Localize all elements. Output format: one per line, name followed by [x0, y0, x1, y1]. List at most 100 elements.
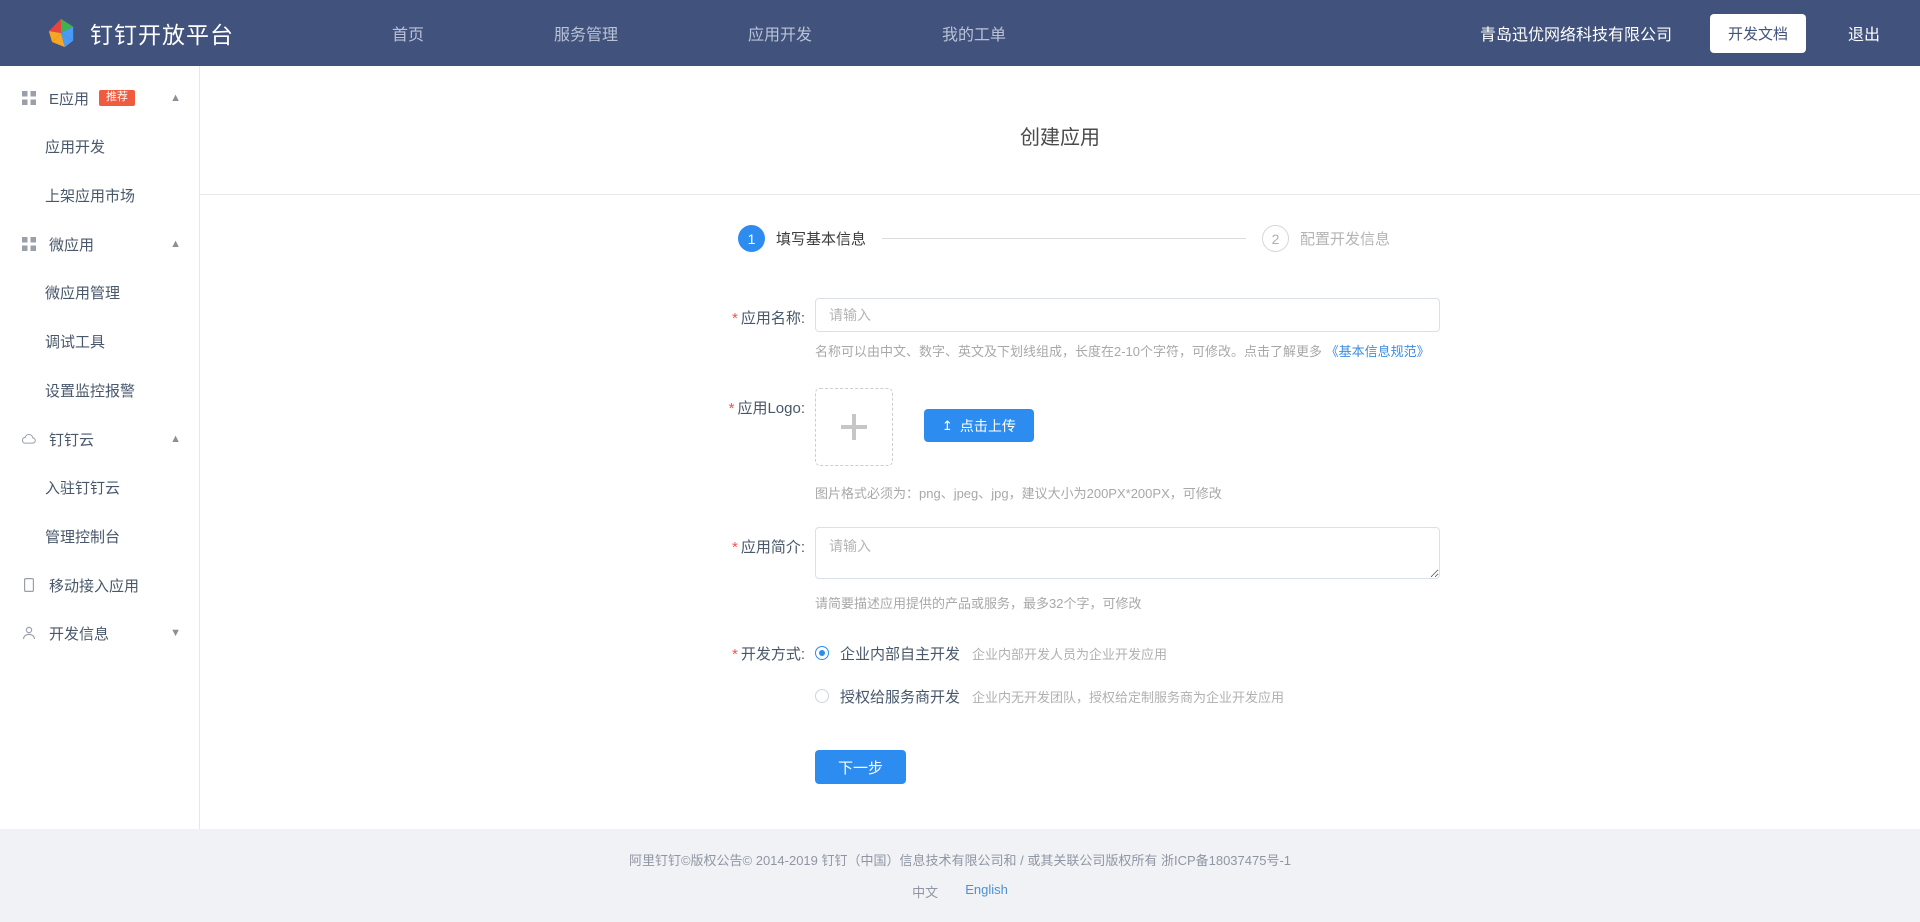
dev-docs-button[interactable]: 开发文档 — [1710, 14, 1806, 53]
step-indicator: 1 填写基本信息 2 配置开发信息 — [730, 225, 1390, 252]
submit-row: 下一步 — [700, 750, 1440, 784]
sidebar-item-micro-app-manage[interactable]: 微应用管理 — [0, 268, 199, 317]
app-logo-field-wrap: ↥ 点击上传 图片格式必须为：png、jpeg、jpg，建议大小为200PX*2… — [805, 388, 1440, 502]
logo-upload-row: ↥ 点击上传 — [815, 388, 1440, 466]
sidebar-item-console[interactable]: 管理控制台 — [0, 512, 199, 561]
app-desc-label: *应用简介: — [700, 527, 805, 612]
cloud-icon — [21, 432, 36, 447]
step-1-number: 1 — [738, 225, 765, 252]
next-step-button[interactable]: 下一步 — [815, 750, 906, 784]
sidebar-group-label: 移动接入应用 — [49, 575, 139, 596]
sidebar-group-e-app[interactable]: E应用 推荐 ▲ — [0, 74, 199, 122]
sidebar: E应用 推荐 ▲ 应用开发 上架应用市场 微应用 ▲ 微应用管理 调试工具 设置… — [0, 66, 200, 829]
sidebar-item-debug-tools[interactable]: 调试工具 — [0, 317, 199, 366]
radio-internal-label[interactable]: 企业内部自主开发 — [840, 643, 960, 664]
sidebar-group-dingtalk-cloud[interactable]: 钉钉云 ▲ — [0, 415, 199, 463]
main-content: 创建应用 1 填写基本信息 2 配置开发信息 *应用名称: — [200, 66, 1920, 829]
dev-mode-option-internal[interactable]: 企业内部自主开发 企业内部开发人员为企业开发应用 — [815, 642, 1440, 664]
footer-copyright: 阿里钉钉©版权公告© 2014-2019 钉钉（中国）信息技术有限公司和 / 或… — [629, 850, 1291, 869]
step-1[interactable]: 1 填写基本信息 — [738, 225, 866, 252]
recommend-badge: 推荐 — [99, 90, 135, 106]
sidebar-group-label: 钉钉云 — [49, 429, 94, 450]
radio-isv-desc: 企业内无开发团队，授权给定制服务商为企业开发应用 — [972, 687, 1284, 706]
basic-info-spec-link[interactable]: 《基本信息规范》 — [1326, 344, 1430, 359]
required-mark: * — [732, 646, 738, 663]
grid-apps-icon — [21, 237, 36, 252]
step-2-number: 2 — [1262, 225, 1289, 252]
nav-service-management[interactable]: 服务管理 — [544, 21, 628, 45]
expand-down-icon[interactable]: ▼ — [170, 628, 181, 639]
page-title: 创建应用 — [200, 66, 1920, 150]
radio-internal-desc: 企业内部开发人员为企业开发应用 — [972, 644, 1167, 663]
field-app-name: *应用名称: 名称可以由中文、数字、英文及下划线组成，长度在2-10个字符，可修… — [700, 298, 1440, 360]
sidebar-group-label: 开发信息 — [49, 623, 109, 644]
lang-english[interactable]: English — [965, 882, 1008, 901]
app-logo-label: *应用Logo: — [700, 388, 805, 502]
sidebar-group-label: 微应用 — [49, 234, 94, 255]
sidebar-group-micro-app[interactable]: 微应用 ▲ — [0, 220, 199, 268]
body-wrapper: E应用 推荐 ▲ 应用开发 上架应用市场 微应用 ▲ 微应用管理 调试工具 设置… — [0, 66, 1920, 829]
sidebar-group-label: E应用 — [49, 88, 89, 109]
nav-home[interactable]: 首页 — [382, 21, 434, 45]
upload-button-label: 点击上传 — [960, 416, 1016, 436]
user-icon — [21, 626, 36, 641]
upload-icon: ↥ — [942, 419, 953, 432]
company-name: 青岛迅优网络科技有限公司 — [1480, 21, 1672, 45]
brand[interactable]: 钉钉开放平台 — [45, 16, 234, 50]
app-name-label: *应用名称: — [700, 298, 805, 360]
brand-title: 钉钉开放平台 — [90, 16, 234, 50]
nav-my-tickets[interactable]: 我的工单 — [932, 21, 1016, 45]
step-connector-line — [882, 238, 1246, 239]
collapse-up-icon[interactable]: ▲ — [170, 93, 181, 104]
collapse-up-icon[interactable]: ▲ — [170, 434, 181, 445]
upload-logo-button[interactable]: ↥ 点击上传 — [924, 409, 1034, 442]
radio-internal[interactable] — [815, 646, 829, 660]
app-desc-hint: 请简要描述应用提供的产品或服务，最多32个字，可修改 — [815, 593, 1440, 612]
footer-language-switch: 中文 English — [912, 882, 1008, 901]
top-header: 钉钉开放平台 首页 服务管理 应用开发 我的工单 青岛迅优网络科技有限公司 开发… — [0, 0, 1920, 66]
app-name-hint: 名称可以由中文、数字、英文及下划线组成，长度在2-10个字符，可修改。点击了解更… — [815, 341, 1440, 360]
main-nav: 首页 服务管理 应用开发 我的工单 — [382, 21, 1016, 45]
sidebar-group-mobile-access[interactable]: 移动接入应用 — [0, 561, 199, 609]
page-footer: 阿里钉钉©版权公告© 2014-2019 钉钉（中国）信息技术有限公司和 / 或… — [0, 829, 1920, 922]
create-app-form: *应用名称: 名称可以由中文、数字、英文及下划线组成，长度在2-10个字符，可修… — [680, 298, 1440, 784]
field-app-logo: *应用Logo: ↥ 点击上传 图片格式必须为：png、jpeg、jpg，建议大… — [700, 388, 1440, 502]
nav-app-development[interactable]: 应用开发 — [738, 21, 822, 45]
app-name-field-wrap: 名称可以由中文、数字、英文及下划线组成，长度在2-10个字符，可修改。点击了解更… — [805, 298, 1440, 360]
required-mark: * — [732, 539, 738, 556]
app-logo-hint: 图片格式必须为：png、jpeg、jpg，建议大小为200PX*200PX，可修… — [815, 483, 1440, 502]
radio-isv-label[interactable]: 授权给服务商开发 — [840, 686, 960, 707]
app-name-input[interactable] — [815, 298, 1440, 332]
sidebar-item-join-cloud[interactable]: 入驻钉钉云 — [0, 463, 199, 512]
app-logo-label-text: 应用Logo: — [737, 400, 805, 417]
app-desc-label-text: 应用简介: — [741, 539, 805, 556]
mobile-icon — [21, 578, 36, 593]
lang-chinese[interactable]: 中文 — [912, 882, 938, 901]
plus-icon — [841, 414, 867, 440]
sidebar-group-dev-info[interactable]: 开发信息 ▼ — [0, 609, 199, 657]
app-name-label-text: 应用名称: — [741, 310, 805, 327]
dev-mode-label: *开发方式: — [700, 642, 805, 707]
required-mark: * — [729, 400, 735, 417]
step-2-label: 配置开发信息 — [1300, 228, 1390, 249]
app-name-hint-text: 名称可以由中文、数字、英文及下划线组成，长度在2-10个字符，可修改。点击了解更… — [815, 344, 1326, 359]
radio-isv[interactable] — [815, 689, 829, 703]
app-desc-textarea[interactable] — [815, 527, 1440, 579]
grid-apps-icon — [21, 91, 36, 106]
header-right: 青岛迅优网络科技有限公司 开发文档 退出 — [1480, 0, 1880, 66]
logout-button[interactable]: 退出 — [1848, 21, 1880, 45]
dev-mode-options: 企业内部自主开发 企业内部开发人员为企业开发应用 授权给服务商开发 企业内无开发… — [805, 642, 1440, 707]
sidebar-item-monitor-alarm[interactable]: 设置监控报警 — [0, 366, 199, 415]
required-mark: * — [732, 310, 738, 327]
step-2[interactable]: 2 配置开发信息 — [1262, 225, 1390, 252]
field-dev-mode: *开发方式: 企业内部自主开发 企业内部开发人员为企业开发应用 授权给服务商开发… — [700, 642, 1440, 707]
step-1-label: 填写基本信息 — [776, 228, 866, 249]
collapse-up-icon[interactable]: ▲ — [170, 239, 181, 250]
sidebar-item-app-development[interactable]: 应用开发 — [0, 122, 199, 171]
dev-mode-option-isv[interactable]: 授权给服务商开发 企业内无开发团队，授权给定制服务商为企业开发应用 — [815, 685, 1440, 707]
dev-mode-label-text: 开发方式: — [741, 646, 805, 663]
app-desc-field-wrap: 请简要描述应用提供的产品或服务，最多32个字，可修改 — [805, 527, 1440, 612]
logo-dropzone[interactable] — [815, 388, 893, 466]
sidebar-item-publish-market[interactable]: 上架应用市场 — [0, 171, 199, 220]
title-divider — [200, 194, 1920, 195]
